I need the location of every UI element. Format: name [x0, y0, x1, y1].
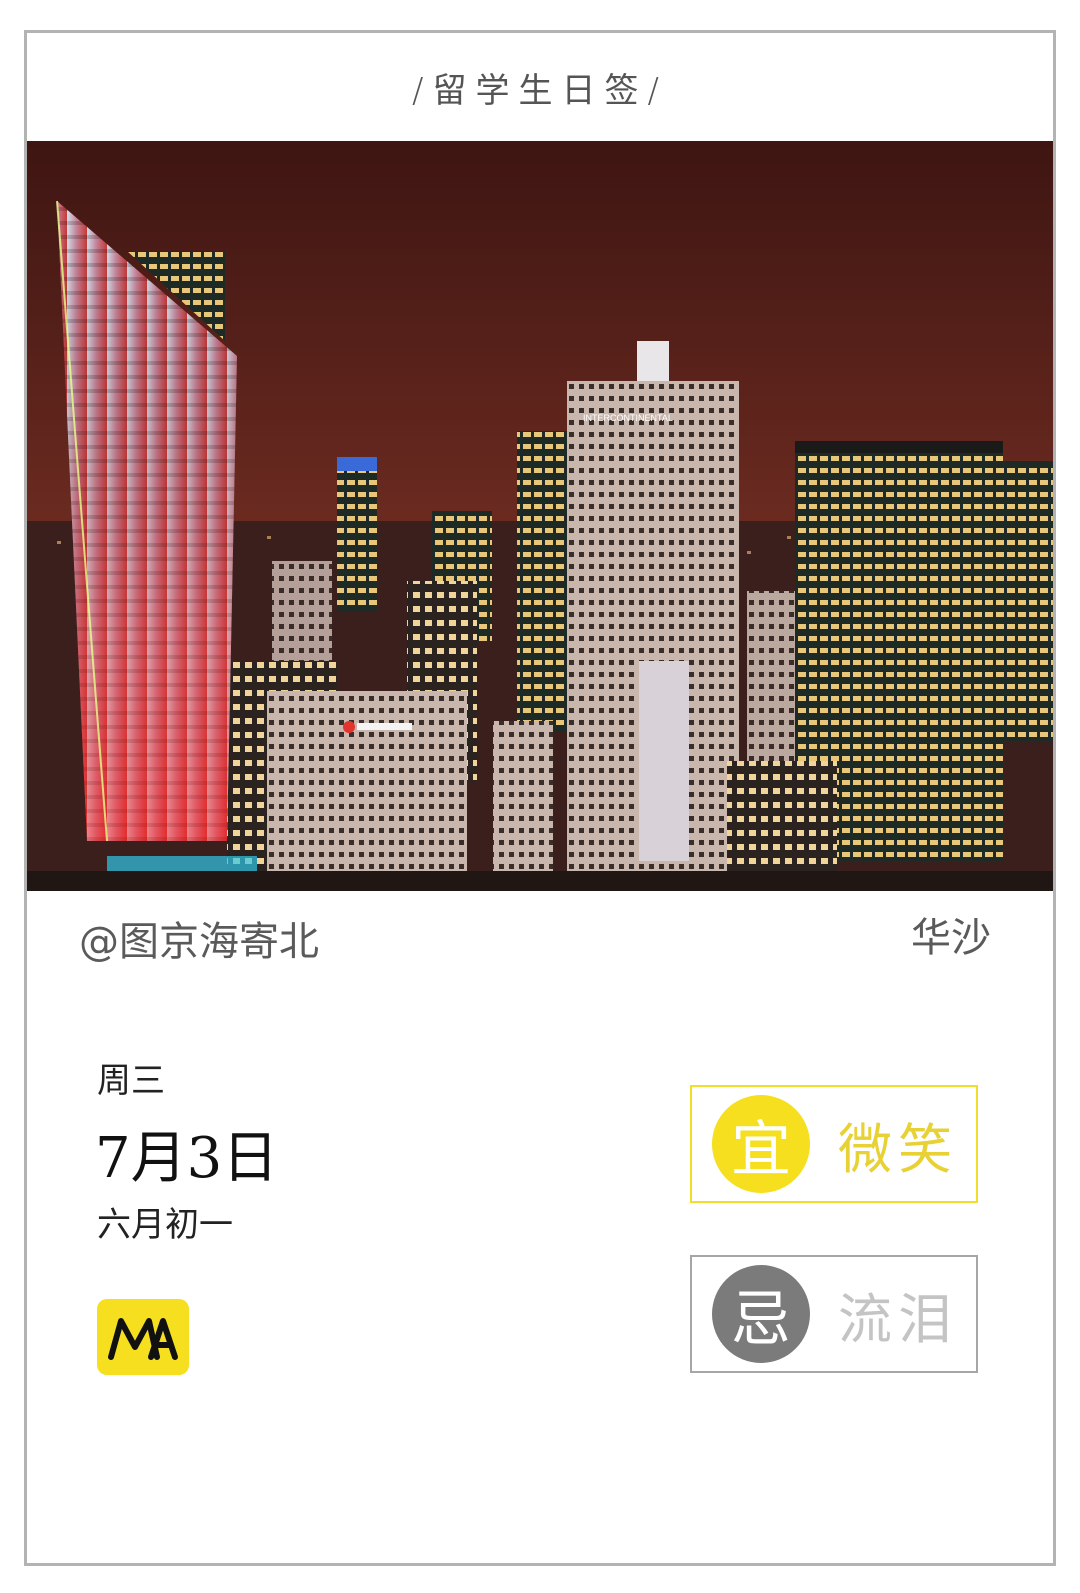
do-badge: 宜	[712, 1095, 810, 1193]
ma-logo-icon	[108, 1318, 178, 1360]
photo-credit: @图京海寄北	[79, 919, 319, 965]
brand-logo	[97, 1299, 189, 1375]
header-title: /留学生日签/	[412, 70, 668, 111]
lunar-date: 六月初一	[97, 1205, 233, 1245]
gregorian-date: 7月3日	[95, 1126, 279, 1191]
photo-sign: INTERCONTINENTAL	[583, 413, 673, 423]
dont-box: 忌 流泪	[690, 1255, 978, 1373]
card-header: /留学生日签/	[27, 33, 1053, 141]
weekday: 周三	[97, 1061, 165, 1101]
dont-text: 流泪	[838, 1287, 958, 1351]
do-box: 宜 微笑	[690, 1085, 978, 1203]
daily-sign-card: /留学生日签/ INTERCONTINENTAL @图京海寄北 华沙 周三 7月…	[24, 30, 1056, 1566]
city-night-photo: INTERCONTINENTAL	[27, 141, 1053, 891]
city-name: 华沙	[911, 915, 991, 961]
dont-badge: 忌	[712, 1265, 810, 1363]
do-text: 微笑	[838, 1117, 958, 1181]
